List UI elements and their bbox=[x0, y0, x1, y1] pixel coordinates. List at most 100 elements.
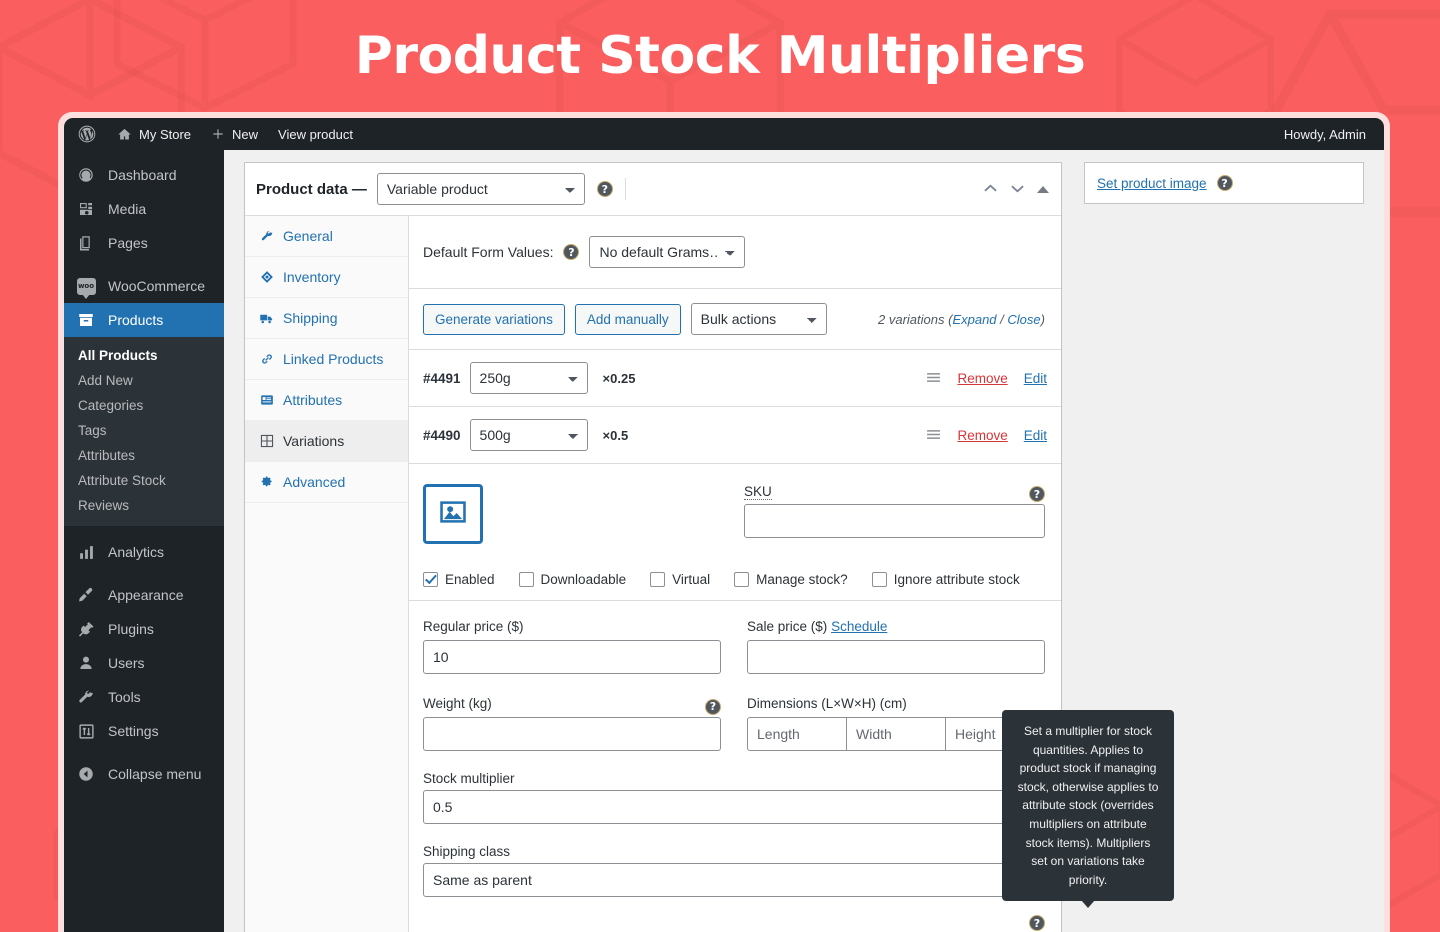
home-icon bbox=[117, 127, 132, 142]
media-icon bbox=[76, 200, 96, 218]
variation-row[interactable]: #4490 500g ×0.5 Remove Edit bbox=[409, 407, 1061, 464]
tab-attributes[interactable]: Attributes bbox=[245, 380, 408, 421]
sidebar-item-tools[interactable]: Tools bbox=[64, 680, 224, 714]
variation-image-button[interactable] bbox=[423, 484, 483, 544]
checkbox-box[interactable] bbox=[650, 572, 666, 587]
bulk-actions-select[interactable]: Bulk actions bbox=[690, 303, 827, 335]
sidebar-item-dashboard[interactable]: Dashboard bbox=[64, 158, 224, 192]
checkbox-virtual[interactable]: Virtual bbox=[650, 572, 710, 587]
edit-variation-link[interactable]: Edit bbox=[1024, 371, 1047, 386]
generate-variations-button[interactable]: Generate variations bbox=[423, 303, 565, 335]
sale-price-input[interactable] bbox=[747, 640, 1045, 674]
checkbox-box[interactable] bbox=[734, 572, 750, 587]
help-icon[interactable]: ? bbox=[1216, 175, 1233, 191]
tab-general[interactable]: General bbox=[245, 216, 408, 257]
sidebar-item-woocommerce[interactable]: woo WooCommerce bbox=[64, 269, 224, 303]
wp-logo-button[interactable] bbox=[64, 118, 107, 150]
help-icon[interactable]: ? bbox=[596, 181, 613, 197]
help-icon[interactable]: ? bbox=[705, 698, 721, 715]
checkbox-ignore-attribute-stock[interactable]: Ignore attribute stock bbox=[871, 572, 1020, 587]
submenu-item-tags[interactable]: Tags bbox=[64, 418, 224, 443]
set-product-image-link[interactable]: Set product image bbox=[1097, 176, 1207, 191]
stock-multiplier-label: Stock multiplier bbox=[423, 771, 515, 786]
weight-dimensions-row: Weight (kg) ? Dimensions (L×W×H) (cm) bbox=[409, 674, 1061, 751]
shipping-class-select[interactable]: Same as parent bbox=[423, 863, 1045, 897]
default-form-values-label: Default Form Values: bbox=[423, 244, 554, 260]
sidebar-separator bbox=[64, 569, 224, 578]
drag-handle-icon[interactable] bbox=[926, 427, 941, 444]
variations-panel: Default Form Values: ? No default Grams…… bbox=[409, 216, 1061, 932]
sidebar-item-plugins[interactable]: Plugins bbox=[64, 612, 224, 646]
submenu-item-categories[interactable]: Categories bbox=[64, 393, 224, 418]
move-down-icon[interactable] bbox=[1010, 182, 1025, 198]
product-type-select[interactable]: Variable product bbox=[376, 173, 585, 205]
sidebar-label: Tools bbox=[108, 689, 141, 705]
drag-handle-icon[interactable] bbox=[926, 370, 941, 387]
regular-price-input[interactable] bbox=[423, 640, 721, 674]
sku-input[interactable] bbox=[744, 504, 1045, 538]
site-name-button[interactable]: My Store bbox=[107, 118, 201, 150]
help-icon[interactable]: ? bbox=[1029, 915, 1045, 931]
edit-variation-link[interactable]: Edit bbox=[1024, 428, 1047, 443]
tools-wrench-icon bbox=[76, 688, 96, 706]
sidebar-label: Plugins bbox=[108, 621, 154, 637]
remove-variation-link[interactable]: Remove bbox=[957, 371, 1007, 386]
sidebar-item-pages[interactable]: Pages bbox=[64, 226, 224, 260]
weight-field: Weight (kg) ? bbox=[423, 696, 721, 751]
checkbox-manage-stock[interactable]: Manage stock? bbox=[734, 572, 848, 587]
sidebar-item-appearance[interactable]: Appearance bbox=[64, 578, 224, 612]
submenu-item-all-products[interactable]: All Products bbox=[64, 343, 224, 368]
checkbox-box[interactable] bbox=[423, 572, 438, 587]
dimension-width-input[interactable] bbox=[846, 717, 946, 751]
variations-toolbar: Generate variations Add manually Bulk ac… bbox=[409, 289, 1061, 350]
expand-link[interactable]: Expand bbox=[952, 312, 996, 327]
wordpress-logo-icon bbox=[77, 124, 97, 144]
tab-advanced[interactable]: Advanced bbox=[245, 462, 408, 503]
tab-inventory[interactable]: Inventory bbox=[245, 257, 408, 298]
view-product-button[interactable]: View product bbox=[268, 118, 363, 150]
sidebar-item-products[interactable]: Products bbox=[64, 303, 224, 337]
variation-attribute-select[interactable]: 250g bbox=[469, 362, 588, 394]
new-content-button[interactable]: New bbox=[201, 118, 268, 150]
collapse-arrow-icon bbox=[76, 765, 96, 783]
variation-attribute-select[interactable]: 500g bbox=[469, 419, 588, 451]
sidebar-item-settings[interactable]: Settings bbox=[64, 714, 224, 748]
checkbox-box[interactable] bbox=[871, 572, 887, 587]
help-icon[interactable]: ? bbox=[563, 244, 580, 260]
metabox-order-controls bbox=[983, 163, 1049, 216]
sidebar-item-users[interactable]: Users bbox=[64, 646, 224, 680]
stock-multiplier-input[interactable] bbox=[423, 790, 1045, 824]
variation-row[interactable]: #4491 250g ×0.25 Remove Edit bbox=[409, 350, 1061, 407]
tab-label: Inventory bbox=[283, 269, 341, 285]
submenu-item-attribute-stock[interactable]: Attribute Stock bbox=[64, 468, 224, 493]
next-field-placeholder: ? bbox=[409, 915, 1061, 932]
dimension-length-input[interactable] bbox=[747, 717, 847, 751]
checkbox-downloadable[interactable]: Downloadable bbox=[518, 572, 626, 587]
checkbox-enabled[interactable]: Enabled bbox=[423, 572, 495, 587]
collapse-toggle-icon[interactable] bbox=[1037, 186, 1049, 193]
sidebar-item-collapse-menu[interactable]: Collapse menu bbox=[64, 757, 224, 791]
tab-shipping[interactable]: Shipping bbox=[245, 298, 408, 339]
new-content-label: New bbox=[232, 126, 259, 142]
sidebar-item-analytics[interactable]: Analytics bbox=[64, 535, 224, 569]
tab-linked-products[interactable]: Linked Products bbox=[245, 339, 408, 380]
weight-input[interactable] bbox=[423, 717, 721, 751]
help-icon[interactable]: ? bbox=[1029, 486, 1045, 502]
default-form-values-select[interactable]: No default Grams… bbox=[589, 236, 746, 268]
submenu-item-attributes[interactable]: Attributes bbox=[64, 443, 224, 468]
sidebar-item-media[interactable]: Media bbox=[64, 192, 224, 226]
move-up-icon[interactable] bbox=[983, 182, 998, 198]
remove-variation-link[interactable]: Remove bbox=[957, 428, 1007, 443]
sidebar-label: WooCommerce bbox=[108, 278, 205, 294]
checkbox-box[interactable] bbox=[518, 572, 534, 587]
close-link[interactable]: Close bbox=[1007, 312, 1040, 327]
account-menu[interactable]: Howdy, Admin bbox=[1284, 118, 1366, 150]
sidebar-separator bbox=[64, 526, 224, 535]
submenu-item-add-new[interactable]: Add New bbox=[64, 368, 224, 393]
pages-icon bbox=[76, 234, 96, 252]
add-manually-button[interactable]: Add manually bbox=[574, 303, 681, 335]
schedule-sale-link[interactable]: Schedule bbox=[831, 619, 887, 634]
variation-sku-field: SKU ? bbox=[499, 484, 1045, 544]
tab-variations[interactable]: Variations bbox=[245, 421, 408, 462]
submenu-item-reviews[interactable]: Reviews bbox=[64, 493, 224, 518]
